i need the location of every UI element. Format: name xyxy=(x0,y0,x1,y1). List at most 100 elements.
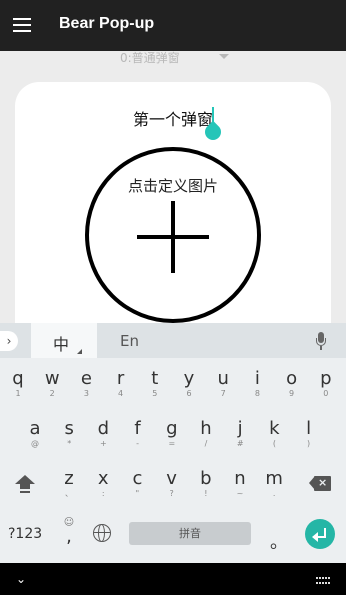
key-hint: 2 xyxy=(49,389,55,398)
key-label: c xyxy=(132,468,143,489)
popup-title-input[interactable]: 第一个弹窗 xyxy=(15,106,331,130)
key-hint: / xyxy=(204,439,208,448)
key-hint: ~ xyxy=(236,489,244,498)
emoji-comma-key[interactable]: ☺ , xyxy=(60,517,78,551)
dropdown-selected-value: 0:普通弹窗 xyxy=(120,51,180,65)
key-label: d xyxy=(97,418,110,439)
key-hint: * xyxy=(67,439,72,448)
key-hint: + xyxy=(100,439,107,448)
key-label: l xyxy=(306,418,312,439)
key-label: t xyxy=(151,368,159,389)
tab-chinese[interactable]: 中 xyxy=(31,323,97,358)
key-hint: ! xyxy=(204,489,208,498)
key-label: a xyxy=(29,418,41,439)
key-d[interactable]: d + xyxy=(87,413,119,453)
space-key[interactable]: 拼音 xyxy=(129,522,251,545)
key-h[interactable]: h / xyxy=(190,413,222,453)
image-picker-button[interactable]: 点击定义图片 xyxy=(85,147,261,323)
key-hint: 1 xyxy=(15,389,21,398)
app-title: Bear Pop-up xyxy=(59,15,155,32)
key-hint: @ xyxy=(31,439,39,448)
key-label: i xyxy=(254,368,260,389)
soft-keyboard: › 中 En q1w2e3r4t5y6u7i8o9p0 a @ s * d + f - g = h /… xyxy=(0,323,346,563)
expand-toolbar-icon[interactable]: › xyxy=(0,331,18,351)
keyboard-toolbar: › 中 En xyxy=(0,323,346,358)
key-j[interactable]: j # xyxy=(224,413,256,453)
popup-card: 第一个弹窗 点击定义图片 xyxy=(15,82,331,332)
key-label: u xyxy=(217,368,229,389)
key-label: w xyxy=(44,368,60,389)
key-hint: # xyxy=(236,439,244,448)
keyboard-switch-icon[interactable] xyxy=(316,577,330,585)
key-label: p xyxy=(320,368,332,389)
popup-type-dropdown[interactable]: 0:普通弹窗 xyxy=(0,51,346,79)
key-c[interactable]: c " xyxy=(121,463,153,503)
key-v[interactable]: v? xyxy=(156,463,188,503)
dropdown-arrow-icon xyxy=(219,54,229,59)
key-label: q xyxy=(12,368,24,389)
plus-icon-vertical xyxy=(171,201,175,273)
key-p[interactable]: p0 xyxy=(310,363,342,403)
key-hint: 7 xyxy=(220,389,226,398)
comma-label: , xyxy=(66,526,72,547)
key-x[interactable]: x: xyxy=(87,463,119,503)
key-n[interactable]: n ~ xyxy=(224,463,256,503)
key-label: n xyxy=(234,468,246,489)
key-u[interactable]: u7 xyxy=(207,363,239,403)
key-label: f xyxy=(134,418,141,439)
key-a[interactable]: a @ xyxy=(19,413,51,453)
key-e[interactable]: e3 xyxy=(70,363,102,403)
key-label: g xyxy=(166,418,178,439)
corner-indicator-icon xyxy=(77,349,82,354)
hide-keyboard-icon[interactable]: ⌄ xyxy=(16,572,26,586)
key-hint: . xyxy=(272,489,276,498)
content-area: 0:普通弹窗 第一个弹窗 点击定义图片 xyxy=(0,51,346,332)
key-q[interactable]: q1 xyxy=(2,363,34,403)
key-hint: = xyxy=(168,439,176,448)
enter-key[interactable] xyxy=(305,519,335,549)
symbols-key[interactable]: ?123 xyxy=(8,526,42,542)
key-label: x xyxy=(97,468,109,489)
key-label: v xyxy=(166,468,177,489)
key-r[interactable]: r4 xyxy=(105,363,137,403)
key-i[interactable]: i8 xyxy=(241,363,273,403)
key-hint: 3 xyxy=(83,389,89,398)
key-hint: ( xyxy=(272,439,276,448)
key-label: b xyxy=(200,468,212,489)
hamburger-menu-icon[interactable] xyxy=(13,18,31,32)
key-hint: 8 xyxy=(254,389,260,398)
app-bar: Bear Pop-up xyxy=(0,0,346,51)
key-label: m xyxy=(265,468,283,489)
key-w[interactable]: w2 xyxy=(36,363,68,403)
key-z[interactable]: z、 xyxy=(53,463,85,503)
key-o[interactable]: o9 xyxy=(276,363,308,403)
key-hint: 9 xyxy=(289,389,295,398)
key-label: e xyxy=(80,368,92,389)
key-hint: " xyxy=(135,489,140,498)
key-k[interactable]: k( xyxy=(258,413,290,453)
key-hint: 4 xyxy=(118,389,124,398)
key-hint: 0 xyxy=(323,389,329,398)
key-m[interactable]: m. xyxy=(258,463,290,503)
shift-icon[interactable] xyxy=(14,475,36,495)
key-b[interactable]: b! xyxy=(190,463,222,503)
key-label: h xyxy=(200,418,212,439)
microphone-icon[interactable] xyxy=(316,332,326,350)
key-l[interactable]: l) xyxy=(293,413,325,453)
key-t[interactable]: t5 xyxy=(139,363,171,403)
key-g[interactable]: g = xyxy=(156,413,188,453)
key-hint: - xyxy=(136,439,140,448)
tab-english[interactable]: En xyxy=(120,332,139,350)
key-s[interactable]: s * xyxy=(53,413,85,453)
key-label: s xyxy=(64,418,74,439)
key-label: r xyxy=(116,368,125,389)
system-nav-bar: ⌄ xyxy=(0,563,346,595)
period-key[interactable]: 。 xyxy=(270,528,288,554)
key-y[interactable]: y6 xyxy=(173,363,205,403)
globe-icon[interactable] xyxy=(93,524,111,542)
enter-arrow-icon xyxy=(312,525,328,543)
backspace-icon[interactable]: × xyxy=(309,476,331,491)
image-picker-label: 点击定义图片 xyxy=(127,177,218,195)
key-label: y xyxy=(183,368,195,389)
key-f[interactable]: f- xyxy=(122,413,154,453)
